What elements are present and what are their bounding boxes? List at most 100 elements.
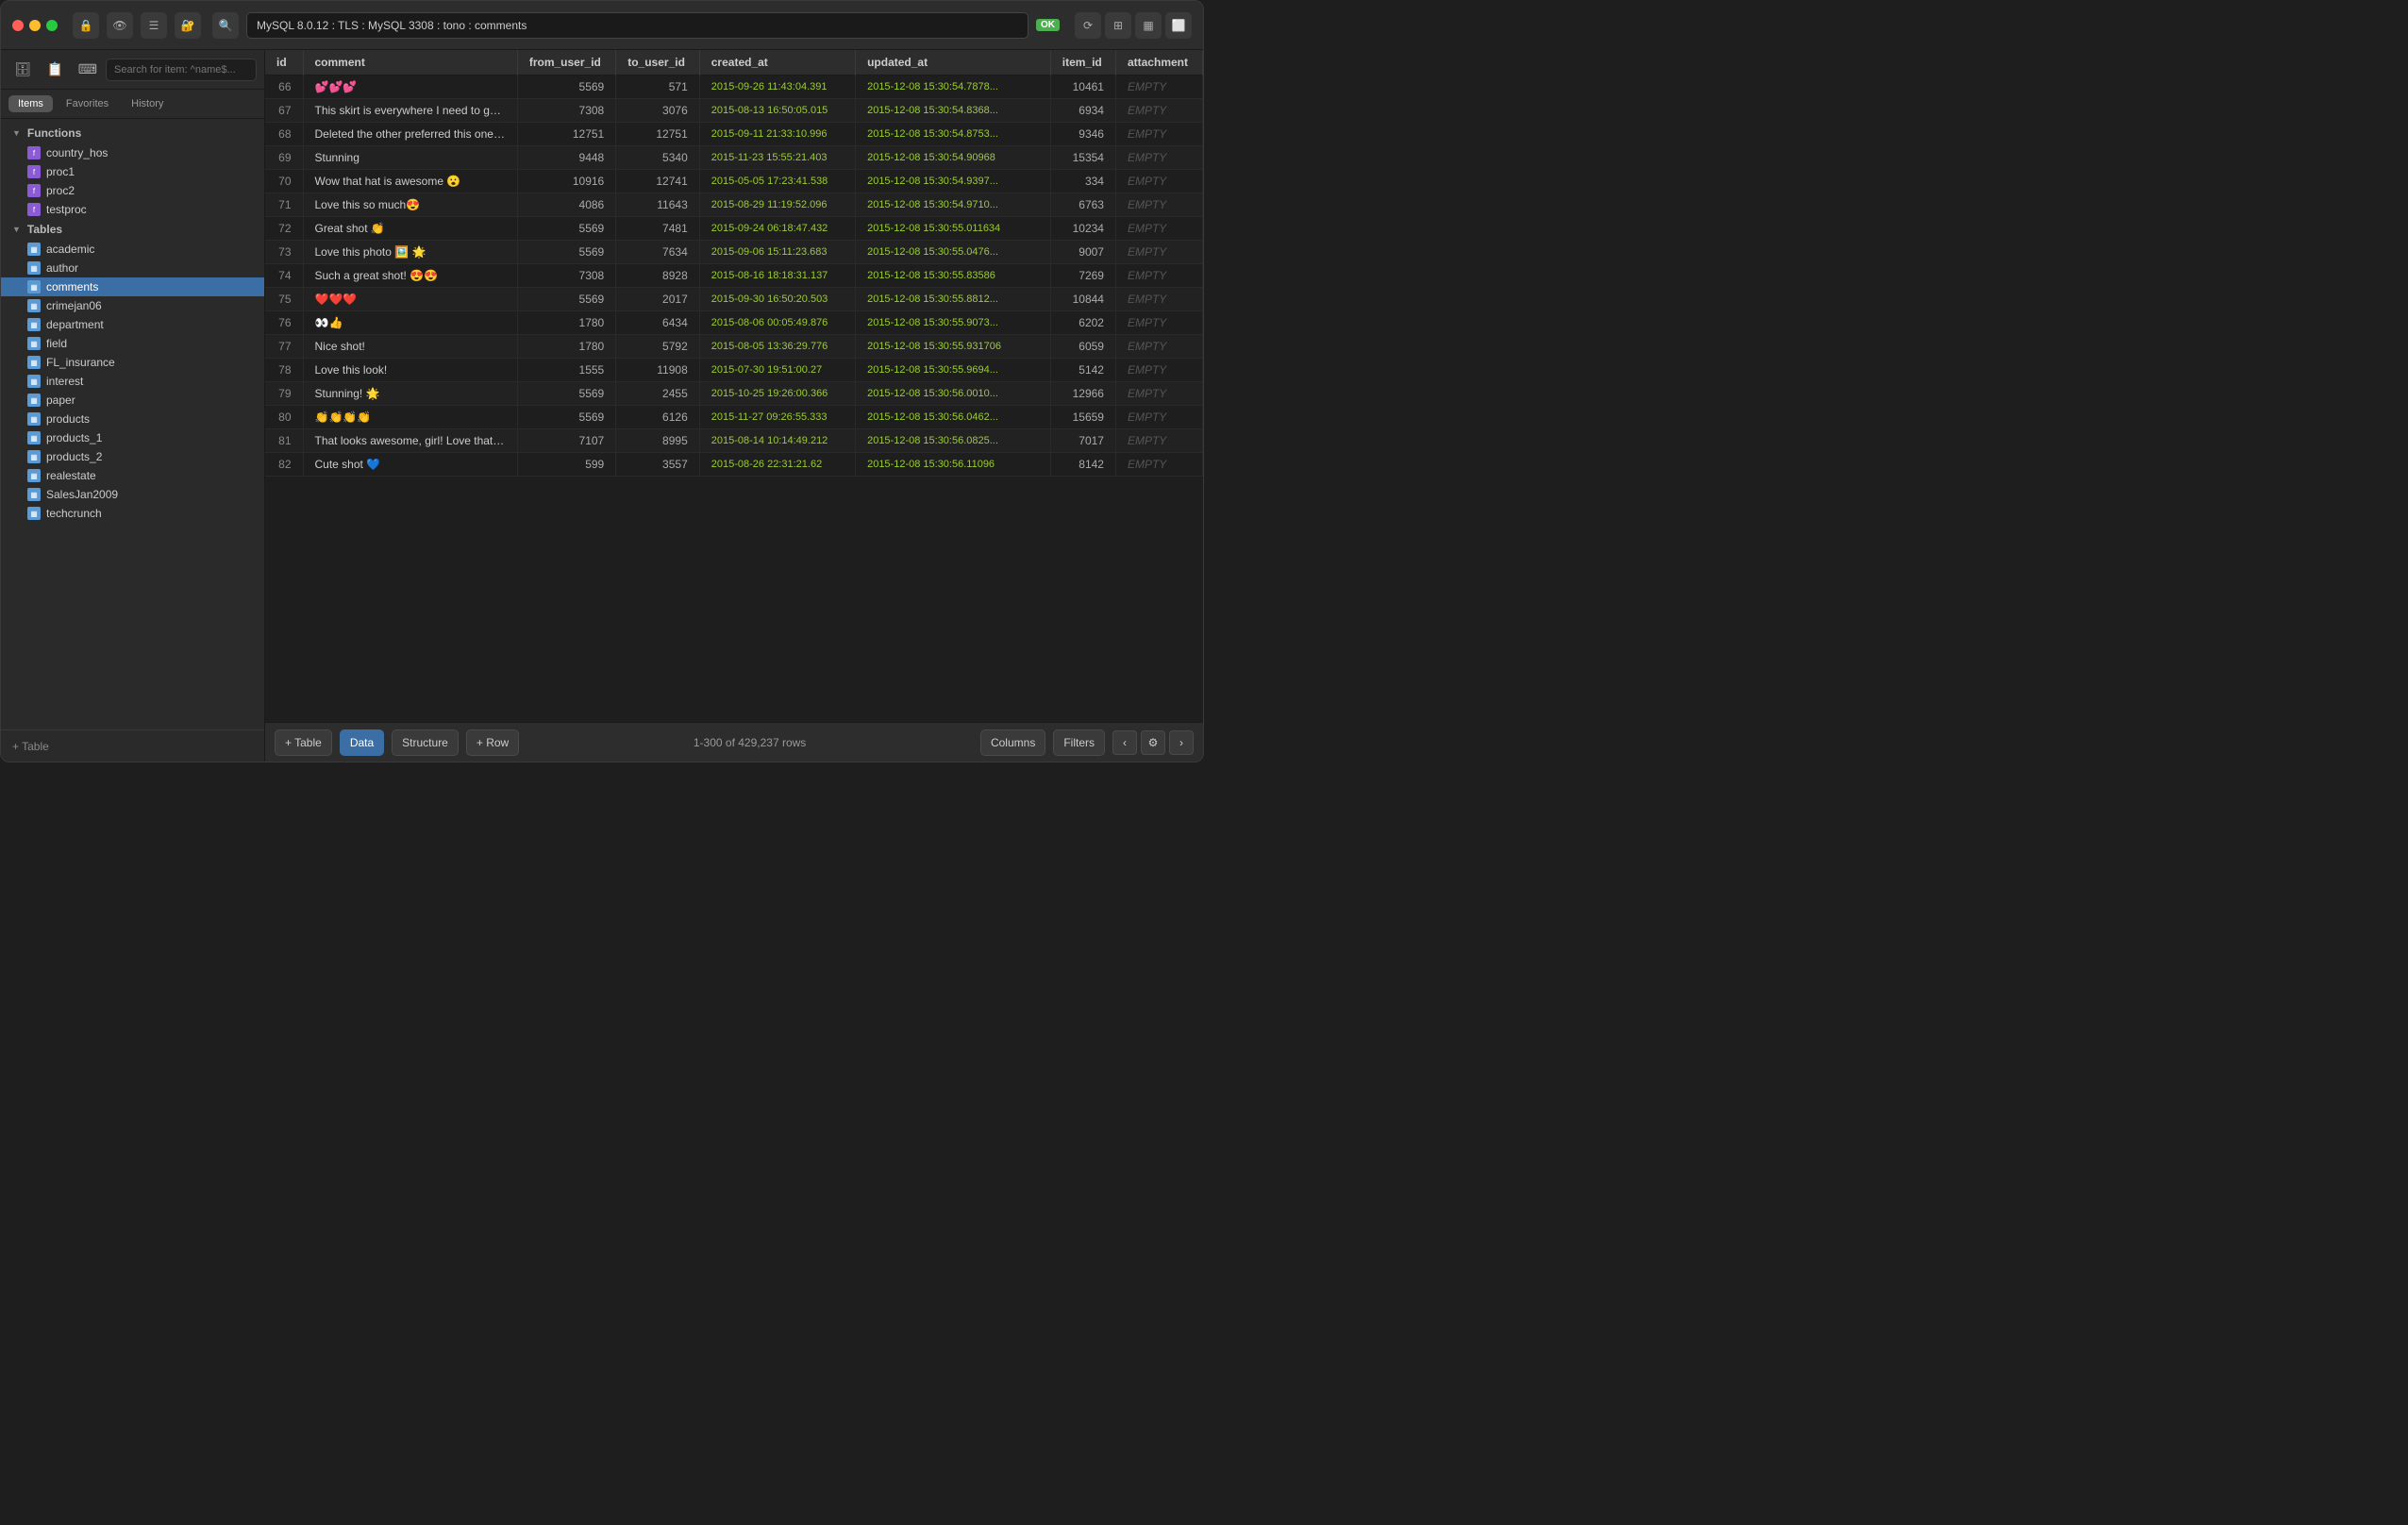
table-row[interactable]: 82 Cute shot 💙 599 3557 2015-08-26 22:31…	[265, 453, 1203, 477]
eye-icon[interactable]: 👁	[107, 12, 133, 39]
settings-button[interactable]: ⚙	[1141, 730, 1165, 755]
cell-to_user_id: 7481	[616, 217, 700, 241]
sidebar-item-products_2[interactable]: ▦ products_2	[1, 447, 264, 466]
table-row[interactable]: 80 👏👏👏👏 5569 6126 2015-11-27 09:26:55.33…	[265, 406, 1203, 429]
cell-id: 72	[265, 217, 303, 241]
tab-items[interactable]: Items	[8, 95, 53, 112]
cell-to_user_id: 2017	[616, 288, 700, 311]
table-row[interactable]: 73 Love this photo 🖼️ 🌟 5569 7634 2015-0…	[265, 241, 1203, 264]
menu-icon[interactable]: ☰	[141, 12, 167, 39]
col-header-created_at[interactable]: created_at	[699, 50, 855, 75]
structure-tab-button[interactable]: Structure	[392, 729, 459, 756]
tab-favorites[interactable]: Favorites	[57, 95, 118, 112]
table-row[interactable]: 77 Nice shot! 1780 5792 2015-08-05 13:36…	[265, 335, 1203, 359]
table-row[interactable]: 69 Stunning 9448 5340 2015-11-23 15:55:2…	[265, 146, 1203, 170]
split-view-button[interactable]: ▦	[1135, 12, 1162, 39]
sidebar-item-FL_insurance[interactable]: ▦ FL_insurance	[1, 353, 264, 372]
table-row[interactable]: 78 Love this look! 1555 11908 2015-07-30…	[265, 359, 1203, 382]
table-icon[interactable]: 📋	[41, 57, 69, 83]
cell-attachment: EMPTY	[1115, 264, 1202, 288]
sidebar-item-interest[interactable]: ▦ interest	[1, 372, 264, 391]
col-header-from_user_id[interactable]: from_user_id	[517, 50, 615, 75]
col-header-to_user_id[interactable]: to_user_id	[616, 50, 700, 75]
panel-button[interactable]: ⬜	[1165, 12, 1192, 39]
sidebar-item-comments[interactable]: ▦ comments	[1, 277, 264, 296]
sidebar-item-testproc[interactable]: f testproc	[1, 200, 264, 219]
search-icon[interactable]: 🔍	[212, 12, 239, 39]
cell-to_user_id: 3557	[616, 453, 700, 477]
data-tab-button[interactable]: Data	[340, 729, 384, 756]
prev-page-button[interactable]: ‹	[1112, 730, 1137, 755]
tab-history[interactable]: History	[122, 95, 173, 112]
cell-updated_at: 2015-12-08 15:30:55.0476...	[856, 241, 1051, 264]
cell-to_user_id: 5792	[616, 335, 700, 359]
cell-comment: Love this so much😍	[303, 193, 517, 217]
add-table-button[interactable]: + Table	[1, 729, 264, 762]
sidebar-item-field[interactable]: ▦ field	[1, 334, 264, 353]
cell-created_at: 2015-08-16 18:18:31.137	[699, 264, 855, 288]
close-button[interactable]	[12, 20, 24, 31]
lock-icon[interactable]: 🔒	[73, 12, 99, 39]
sidebar-item-academic[interactable]: ▦ academic	[1, 240, 264, 259]
sidebar-item-department[interactable]: ▦ department	[1, 315, 264, 334]
db-icon[interactable]: 🗄	[8, 57, 37, 83]
filters-button[interactable]: Filters	[1053, 729, 1105, 756]
table-row-icon: ▦	[27, 243, 41, 256]
table-row[interactable]: 74 Such a great shot! 😍😍 7308 8928 2015-…	[265, 264, 1203, 288]
col-header-attachment[interactable]: attachment	[1115, 50, 1202, 75]
lock2-icon[interactable]: 🔐	[175, 12, 201, 39]
sidebar-item-label: author	[46, 261, 78, 275]
table-wrapper[interactable]: id comment from_user_id to_user_id creat…	[265, 50, 1203, 722]
table-row[interactable]: 72 Great shot 👏 5569 7481 2015-09-24 06:…	[265, 217, 1203, 241]
col-header-comment[interactable]: comment	[303, 50, 517, 75]
sidebar-item-products_1[interactable]: ▦ products_1	[1, 428, 264, 447]
cell-updated_at: 2015-12-08 15:30:55.931706	[856, 335, 1051, 359]
col-header-id[interactable]: id	[265, 50, 303, 75]
sidebar-item-paper[interactable]: ▦ paper	[1, 391, 264, 410]
titlebar: 🔒 👁 ☰ 🔐 🔍 MySQL 8.0.12 : TLS : MySQL 330…	[1, 1, 1203, 50]
cell-created_at: 2015-10-25 19:26:00.366	[699, 382, 855, 406]
code-icon[interactable]: ⌨	[74, 57, 102, 83]
refresh-button[interactable]: ⟳	[1075, 12, 1101, 39]
function-icon: f	[27, 146, 41, 159]
cell-created_at: 2015-11-23 15:55:21.403	[699, 146, 855, 170]
table-row[interactable]: 68 Deleted the other preferred this one …	[265, 123, 1203, 146]
sidebar-item-proc2[interactable]: f proc2	[1, 181, 264, 200]
table-row[interactable]: 81 That looks awesome, girl! Love that o…	[265, 429, 1203, 453]
maximize-button[interactable]	[46, 20, 58, 31]
sidebar-item-SalesJan2009[interactable]: ▦ SalesJan2009	[1, 485, 264, 504]
table-row[interactable]: 70 Wow that hat is awesome 😮 10916 12741…	[265, 170, 1203, 193]
table-row[interactable]: 79 Stunning! 🌟 5569 2455 2015-10-25 19:2…	[265, 382, 1203, 406]
sidebar-item-label: products_2	[46, 450, 102, 463]
cell-attachment: EMPTY	[1115, 429, 1202, 453]
table-row[interactable]: 76 👀👍 1780 6434 2015-08-06 00:05:49.876 …	[265, 311, 1203, 335]
add-table-bottom-button[interactable]: + Table	[275, 729, 332, 756]
sidebar-item-techcrunch[interactable]: ▦ techcrunch	[1, 504, 264, 523]
cell-item_id: 7017	[1050, 429, 1115, 453]
next-page-button[interactable]: ›	[1169, 730, 1194, 755]
minimize-button[interactable]	[29, 20, 41, 31]
cell-id: 70	[265, 170, 303, 193]
sidebar-item-crimejan06[interactable]: ▦ crimejan06	[1, 296, 264, 315]
tables-section-header[interactable]: ▼ Tables	[1, 219, 264, 240]
table-row[interactable]: 75 ❤️❤️❤️ 5569 2017 2015-09-30 16:50:20.…	[265, 288, 1203, 311]
table-row[interactable]: 71 Love this so much😍 4086 11643 2015-08…	[265, 193, 1203, 217]
cell-id: 81	[265, 429, 303, 453]
sidebar-item-proc1[interactable]: f proc1	[1, 162, 264, 181]
grid-button[interactable]: ⊞	[1105, 12, 1131, 39]
table-row[interactable]: 67 This skirt is everywhere I need to ge…	[265, 99, 1203, 123]
functions-section-header[interactable]: ▼ Functions	[1, 123, 264, 143]
col-header-item_id[interactable]: item_id	[1050, 50, 1115, 75]
table-row[interactable]: 66 💕💕💕 5569 571 2015-09-26 11:43:04.391 …	[265, 75, 1203, 99]
cell-attachment: EMPTY	[1115, 406, 1202, 429]
sidebar-item-realestate[interactable]: ▦ realestate	[1, 466, 264, 485]
sidebar-item-country_hos[interactable]: f country_hos	[1, 143, 264, 162]
sidebar-item-products[interactable]: ▦ products	[1, 410, 264, 428]
sidebar-search-input[interactable]	[106, 59, 257, 81]
sidebar-item-author[interactable]: ▦ author	[1, 259, 264, 277]
cell-item_id: 15354	[1050, 146, 1115, 170]
col-header-updated_at[interactable]: updated_at	[856, 50, 1051, 75]
add-row-button[interactable]: + Row	[466, 729, 519, 756]
cell-from_user_id: 5569	[517, 75, 615, 99]
columns-button[interactable]: Columns	[980, 729, 1045, 756]
